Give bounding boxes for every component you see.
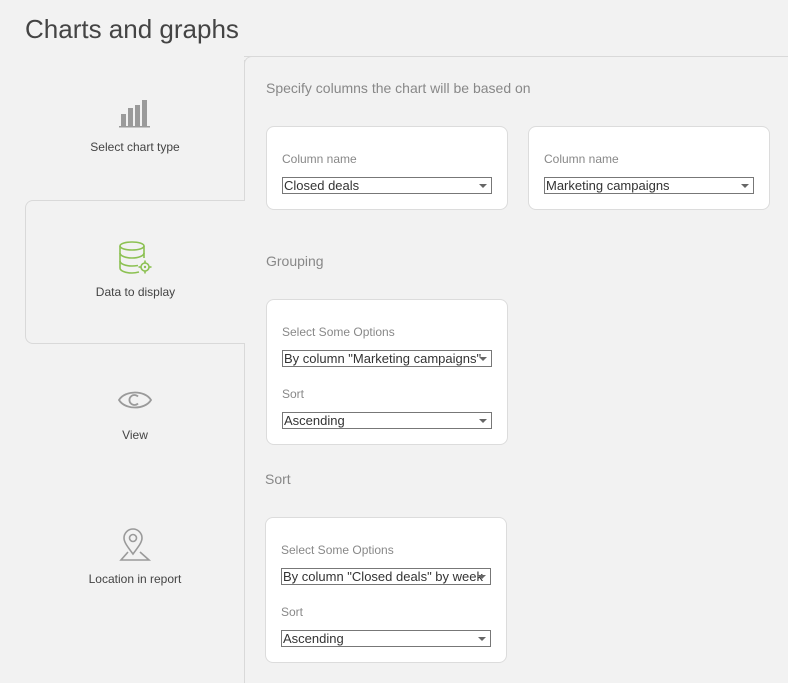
column-card-2: Column name Marketing campaigns — [528, 126, 770, 210]
select-value: By column "Marketing campaigns" — [284, 351, 482, 366]
eye-icon — [117, 387, 153, 418]
sort-card: Select Some Options By column "Closed de… — [265, 517, 507, 663]
chevron-down-icon — [478, 575, 486, 579]
step-data-to-display[interactable]: Data to display — [25, 200, 245, 344]
step-location-in-report[interactable]: Location in report — [25, 487, 245, 630]
select-value: Closed deals — [284, 178, 360, 193]
step-label: Location in report — [88, 572, 182, 586]
chevron-down-icon — [478, 637, 486, 641]
sort-options-label: Select Some Options — [281, 543, 394, 557]
panel-top-border — [244, 56, 788, 57]
sort-heading: Sort — [265, 471, 291, 487]
sort-sort-label: Sort — [281, 605, 304, 619]
database-gear-icon — [118, 241, 154, 280]
column-name-label: Column name — [282, 152, 357, 166]
chevron-down-icon — [479, 184, 487, 188]
chevron-down-icon — [479, 357, 487, 361]
panel-corner — [244, 56, 255, 67]
grouping-options-select[interactable]: By column "Marketing campaigns" — [282, 350, 492, 367]
column-name-select-2[interactable]: Marketing campaigns — [544, 177, 754, 194]
select-value: By column "Closed deals" by week — [283, 569, 483, 584]
sort-options-select[interactable]: By column "Closed deals" by week — [281, 568, 491, 585]
grouping-options-label: Select Some Options — [282, 325, 395, 339]
column-name-label: Column name — [544, 152, 619, 166]
location-pin-icon — [118, 528, 152, 569]
grouping-sort-label: Sort — [282, 387, 305, 401]
select-value: Ascending — [283, 631, 344, 646]
step-label: Select chart type — [90, 140, 180, 154]
grouping-card: Select Some Options By column "Marketing… — [266, 299, 508, 445]
grouping-sort-select[interactable]: Ascending — [282, 412, 492, 429]
chevron-down-icon — [479, 419, 487, 423]
column-card-1: Column name Closed deals — [266, 126, 508, 210]
page-title: Charts and graphs — [25, 14, 239, 44]
column-name-select-1[interactable]: Closed deals — [282, 177, 492, 194]
step-label: Data to display — [95, 285, 176, 299]
bar-chart-icon — [118, 98, 152, 133]
step-label: View — [122, 428, 148, 442]
columns-heading: Specify columns the chart will be based … — [266, 80, 531, 96]
select-value: Ascending — [284, 413, 345, 428]
select-value: Marketing campaigns — [546, 178, 670, 193]
step-select-chart-type[interactable]: Select chart type — [25, 57, 245, 200]
grouping-heading: Grouping — [266, 253, 324, 269]
chevron-down-icon — [741, 184, 749, 188]
step-view[interactable]: View — [25, 344, 245, 487]
sort-sort-select[interactable]: Ascending — [281, 630, 491, 647]
